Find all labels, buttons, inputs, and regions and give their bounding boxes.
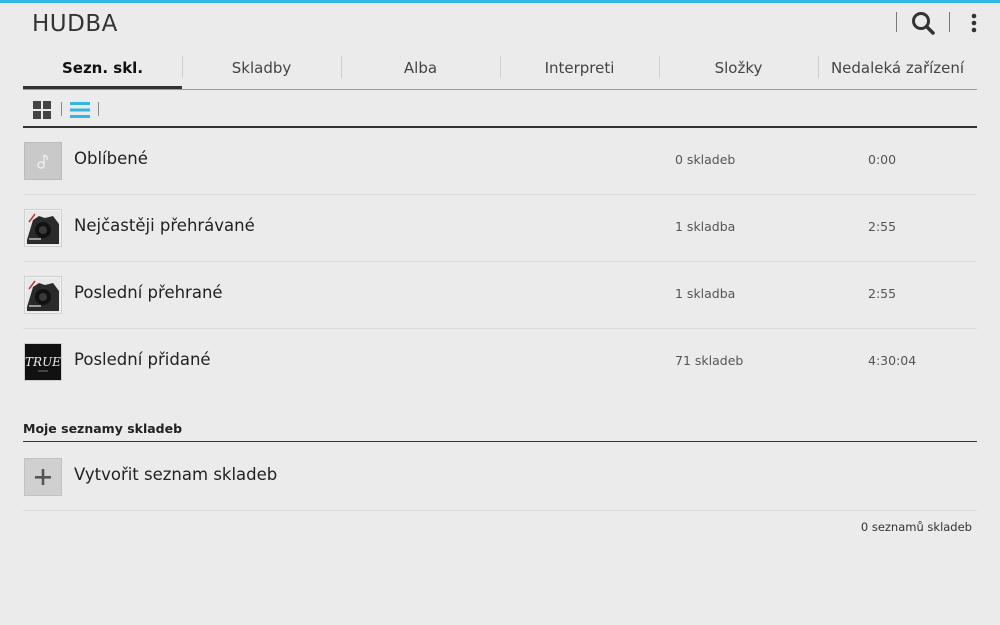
tab-label: Alba	[403, 59, 438, 77]
tab-label: Interpreti	[544, 59, 615, 77]
list-view-button[interactable]	[70, 101, 90, 119]
tab-bar-divider	[23, 89, 977, 90]
playlist-song-count: 1 skladba	[675, 286, 736, 301]
album-art	[26, 278, 60, 312]
playlist-title: Poslední přidané	[74, 350, 211, 369]
view-toggle-bar	[23, 98, 977, 128]
tab-label: Složky	[714, 59, 763, 77]
grid-view-button[interactable]	[33, 101, 51, 119]
search-icon	[912, 12, 935, 35]
playlist-art: TRUE	[24, 343, 62, 381]
tab-songs[interactable]: Skladby	[182, 50, 341, 88]
plus-icon	[35, 469, 51, 485]
playlist-duration: 2:55	[868, 219, 897, 234]
playlist-title: Poslední přehrané	[74, 283, 223, 302]
playlist-song-count: 0 skladeb	[675, 152, 736, 167]
create-playlist-label: Vytvořit seznam skladeb	[74, 465, 278, 484]
action-bar: HUDBA	[0, 3, 1000, 43]
music-note-icon	[37, 154, 48, 169]
playlist-song-count: 71 skladeb	[675, 353, 744, 368]
tab-label: Sezn. skl.	[61, 59, 144, 77]
search-button[interactable]	[905, 7, 941, 39]
playlist-art	[24, 209, 62, 247]
playlist-row[interactable]: TRUE Poslední přidané 71 skladeb 4:30:04	[23, 329, 977, 395]
overflow-menu-icon	[971, 13, 977, 33]
playlist-song-count: 1 skladba	[675, 219, 736, 234]
playlist-art	[24, 142, 62, 180]
toggle-divider	[61, 102, 62, 116]
grid-view-icon	[33, 101, 51, 119]
playlist-title: Nejčastěji přehrávané	[74, 216, 255, 235]
playlist-duration: 4:30:04	[868, 353, 917, 368]
playlist-duration: 0:00	[868, 152, 897, 167]
tab-nearby-devices[interactable]: Nedaleká zařízení	[818, 50, 977, 88]
tab-artists[interactable]: Interpreti	[500, 50, 659, 88]
album-art	[26, 211, 60, 245]
toggle-divider	[98, 102, 99, 116]
album-art-text: TRUE	[25, 355, 61, 369]
create-playlist-row[interactable]: Vytvořit seznam skladeb	[23, 444, 977, 511]
playlist-row[interactable]: Oblíbené 0 skladeb 0:00	[23, 128, 977, 195]
playlist-duration: 2:55	[868, 286, 897, 301]
tab-folders[interactable]: Složky	[659, 50, 818, 88]
section-header-my-playlists: Moje seznamy skladeb	[23, 421, 183, 436]
action-divider	[896, 12, 897, 32]
tab-label: Nedaleká zařízení	[830, 59, 965, 77]
tab-albums[interactable]: Alba	[341, 50, 500, 88]
list-view-icon	[70, 102, 90, 118]
create-playlist-art	[24, 458, 62, 496]
tab-label: Skladby	[231, 59, 292, 77]
tab-playlists[interactable]: Sezn. skl.	[23, 50, 182, 90]
playlist-title: Oblíbené	[74, 149, 148, 168]
action-divider	[949, 12, 950, 32]
playlist-count-footer: 0 seznamů skladeb	[860, 520, 972, 534]
playlist-row[interactable]: Nejčastěji přehrávané 1 skladba 2:55	[23, 195, 977, 262]
tab-bar: Sezn. skl. Skladby Alba Interpreti Složk…	[23, 50, 977, 90]
overflow-menu-button[interactable]	[960, 7, 988, 39]
playlist-art	[24, 276, 62, 314]
section-divider	[23, 441, 977, 442]
app-title: HUDBA	[32, 11, 118, 37]
album-art: TRUE	[25, 344, 61, 380]
playlist-row[interactable]: Poslední přehrané 1 skladba 2:55	[23, 262, 977, 329]
